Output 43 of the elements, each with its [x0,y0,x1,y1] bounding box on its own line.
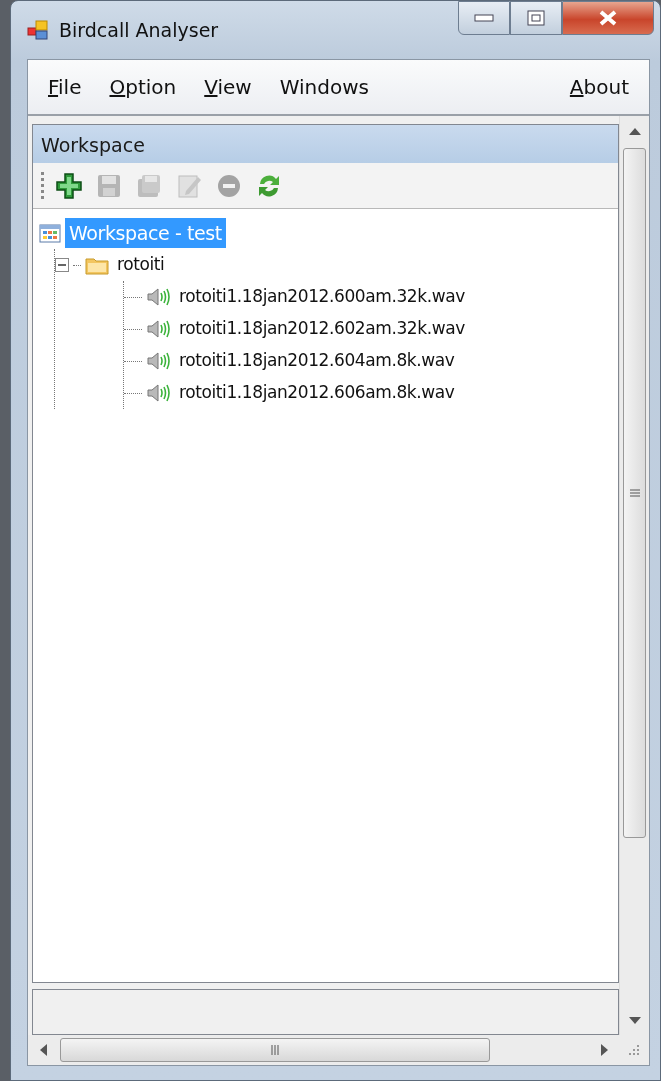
scroll-up-icon[interactable] [628,127,641,135]
grip-icon [629,489,640,497]
folder-icon [85,255,109,275]
scrollbar-thumb[interactable] [60,1038,490,1062]
resize-grip-icon[interactable] [628,1044,640,1056]
vertical-scrollbar[interactable] [619,116,649,1035]
menu-item[interactable]: Option [109,72,177,102]
scroll-right-icon[interactable] [600,1044,608,1056]
menu-item[interactable]: Windows [279,72,369,102]
workspace-icon [39,222,61,244]
toolbar-button[interactable] [54,170,84,201]
grip-icon [271,1045,279,1055]
app-icon [27,19,49,41]
horizontal-scrollbar[interactable] [28,1035,649,1065]
scroll-left-icon[interactable] [39,1044,47,1056]
speaker-icon [146,286,171,308]
toolbar-grip[interactable] [41,171,44,200]
window-title: Birdcall Analyser [59,17,219,43]
add-icon [56,172,82,199]
tree-item[interactable]: rotoiti [113,251,169,279]
scrollbar-thumb[interactable] [623,148,646,838]
tree-item[interactable]: rotoiti1.18jan2012.604am.8k.wav [175,347,459,375]
menu-item[interactable]: About [569,72,629,102]
tree-item[interactable]: rotoiti1.18jan2012.606am.8k.wav [175,379,459,407]
floppy-disks-icon [136,172,162,199]
maximize-button[interactable] [510,1,562,35]
menu-item[interactable]: View [204,72,252,102]
edit-icon [176,172,202,199]
maximize-icon [527,10,545,26]
minus-circle-icon [216,172,242,199]
minimize-button[interactable] [458,1,510,35]
scroll-down-icon[interactable] [628,1016,641,1024]
close-button[interactable] [562,1,654,35]
speaker-icon [146,318,171,340]
speaker-icon [146,350,171,372]
menu-item[interactable]: File [48,72,82,102]
tree-item[interactable]: rotoiti1.18jan2012.600am.32k.wav [175,283,469,311]
speaker-icon [146,382,171,404]
tree-item[interactable]: rotoiti1.18jan2012.602am.32k.wav [175,315,469,343]
panel-header: Workspace [33,125,618,163]
minimize-icon [474,14,494,22]
close-icon [599,10,617,26]
collapse-icon[interactable] [55,258,69,272]
